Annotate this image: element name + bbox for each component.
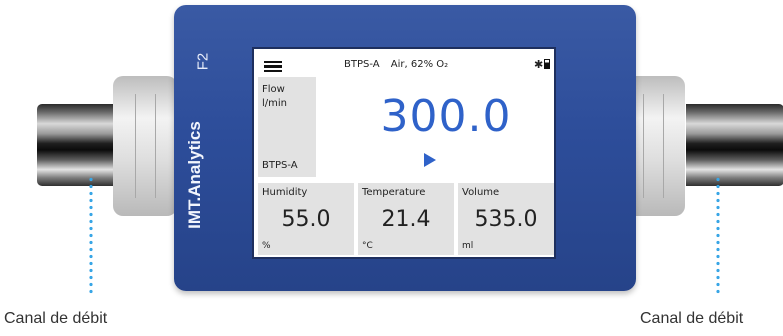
- status-bar: BTPS-A Air, 62% O₂ ✱: [254, 49, 554, 79]
- device-display: BTPS-A Air, 62% O₂ ✱ Flow l/min BTPS-A 3…: [252, 47, 556, 259]
- right-channel-leader-dots: [716, 176, 720, 296]
- flow-parameter-tile[interactable]: Flow l/min BTPS-A: [258, 77, 316, 177]
- readout-value: 55.0: [281, 207, 331, 232]
- flow-label-group: Flow l/min: [262, 83, 287, 111]
- readout-tiles: Humidity 55.0 % Temperature 21.4 °C Volu…: [258, 183, 554, 255]
- play-icon[interactable]: [424, 153, 436, 167]
- bluetooth-icon: ✱: [534, 58, 544, 71]
- left-tube-collar: [113, 76, 177, 216]
- flow-mode: BTPS-A: [262, 160, 298, 171]
- readout-unit: ml: [462, 241, 474, 251]
- flow-main-value: 300.0: [380, 91, 512, 142]
- left-channel-label: Canal de débit: [4, 310, 108, 327]
- flow-analyzer-device: F2 IMT.Analytics BTPS-A Air, 62% O₂ ✱ Fl…: [174, 5, 636, 291]
- flow-unit: l/min: [262, 98, 288, 109]
- readout-unit: °C: [362, 241, 373, 251]
- status-gas: Air, 62% O₂: [390, 59, 449, 70]
- right-channel-label: Canal de débit: [640, 310, 744, 327]
- battery-icon: [544, 59, 550, 69]
- flow-label: Flow: [262, 84, 285, 95]
- temperature-tile[interactable]: Temperature 21.4 °C: [358, 183, 454, 255]
- menu-icon[interactable]: [264, 61, 282, 72]
- humidity-tile[interactable]: Humidity 55.0 %: [258, 183, 354, 255]
- volume-tile[interactable]: Volume 535.0 ml: [458, 183, 554, 255]
- status-text: BTPS-A Air, 62% O₂: [344, 59, 456, 70]
- flow-analyzer-scene: F2 IMT.Analytics BTPS-A Air, 62% O₂ ✱ Fl…: [0, 0, 783, 336]
- right-flow-tube: [686, 104, 783, 186]
- readout-value: 21.4: [381, 207, 431, 232]
- readout-label: Humidity: [262, 187, 308, 198]
- device-model-label: F2: [194, 52, 212, 71]
- readout-unit: %: [262, 241, 271, 251]
- readout-label: Volume: [462, 187, 500, 198]
- readout-value: 535.0: [474, 207, 538, 232]
- readout-label: Temperature: [362, 187, 426, 198]
- left-channel-leader-dots: [89, 176, 93, 296]
- brand-logo-text: IMT.Analytics: [185, 121, 204, 229]
- status-mode: BTPS-A: [344, 59, 380, 70]
